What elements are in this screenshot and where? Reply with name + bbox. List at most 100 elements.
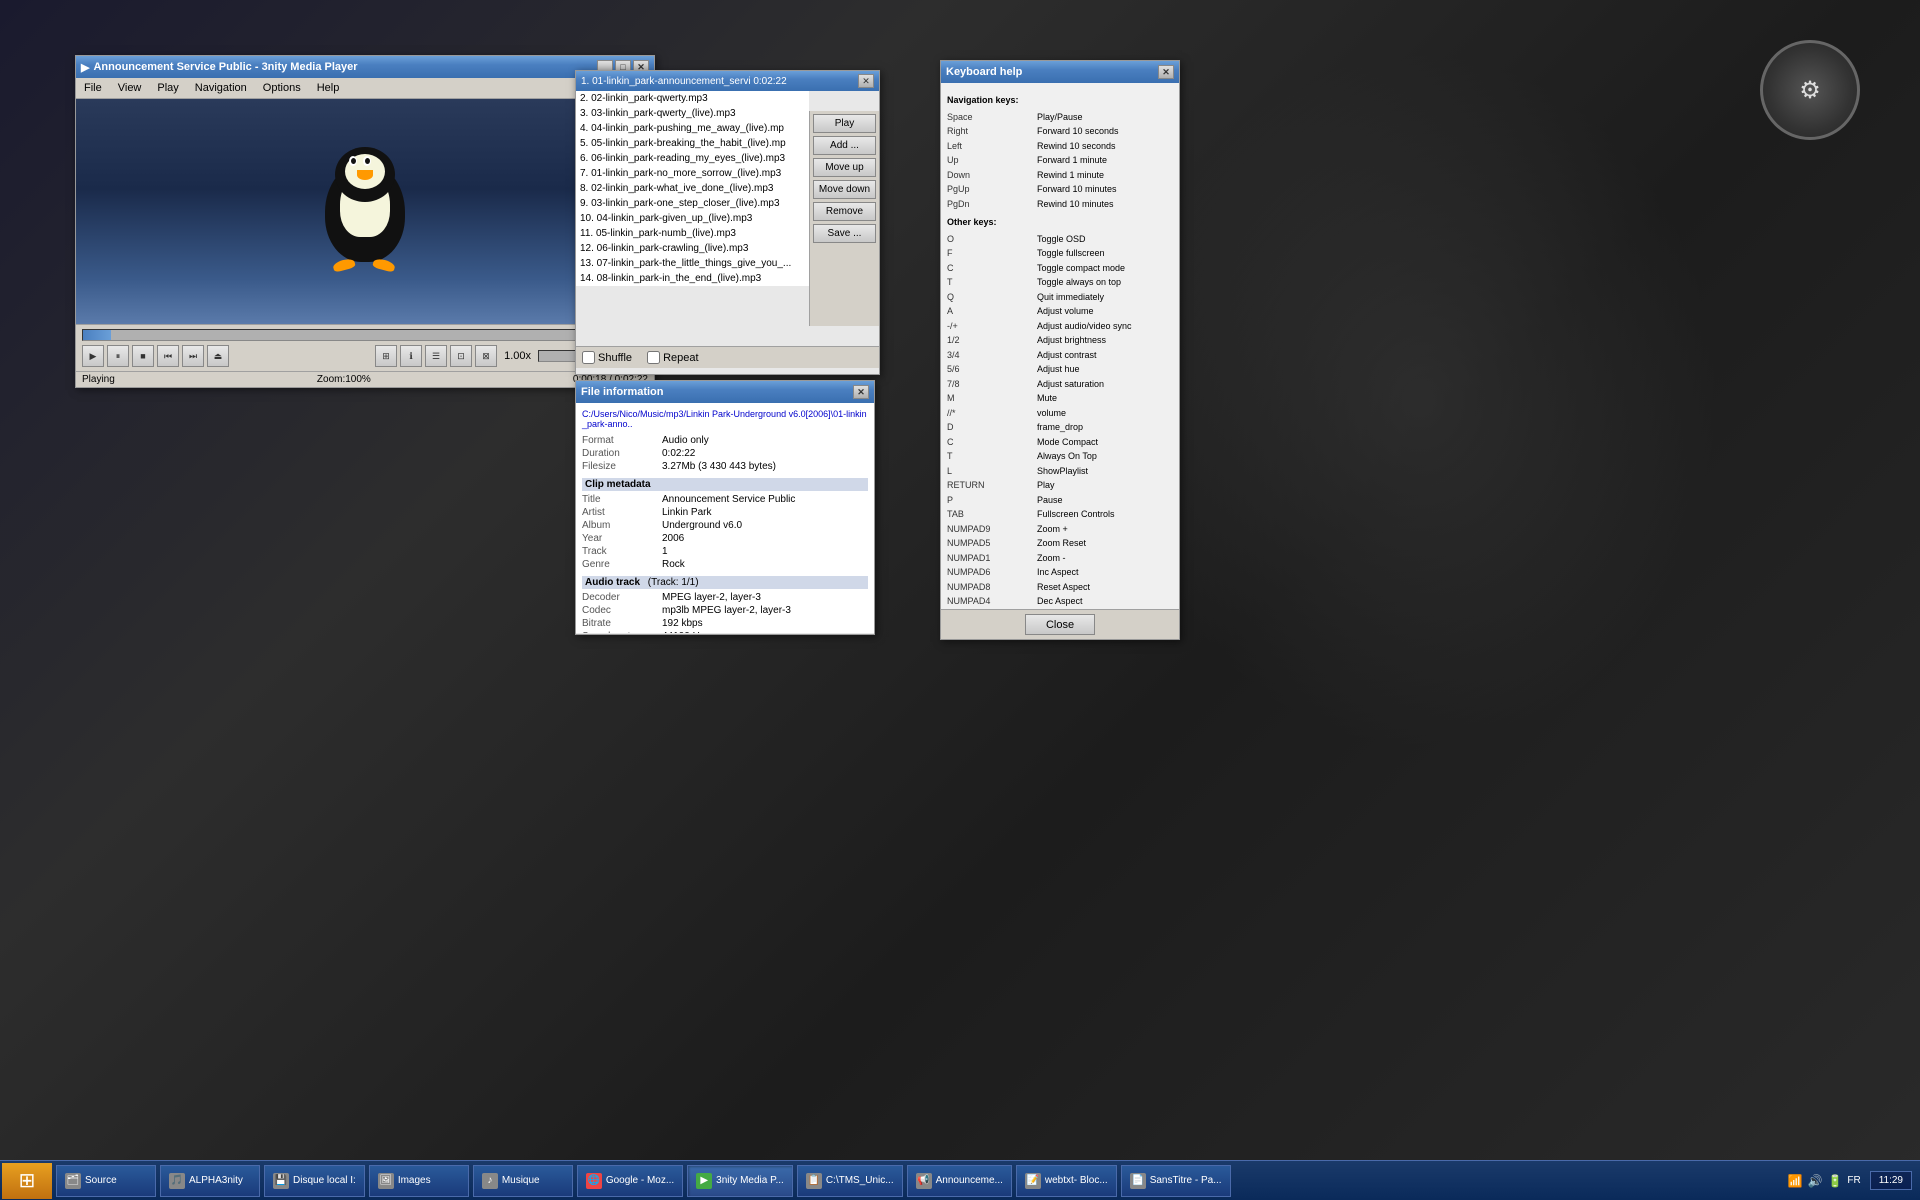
view-btn-4[interactable]: ⊡	[450, 345, 472, 367]
taskbar-source[interactable]: 🗂 Source	[56, 1165, 156, 1197]
google-icon: 🌐	[586, 1173, 602, 1189]
tray-volume[interactable]: 🔊	[1807, 1173, 1823, 1189]
list-item[interactable]: 14. 08-linkin_park-in_the_end_(live).mp3	[576, 271, 809, 286]
view-btn-3[interactable]: ☰	[425, 345, 447, 367]
album-label: Album	[582, 520, 662, 531]
media-player-icon: ▶	[81, 61, 89, 74]
eject-button[interactable]: ⏏	[207, 345, 229, 367]
pl-save-btn[interactable]: Save ...	[813, 224, 876, 243]
kh-left-key: Left	[947, 140, 1037, 154]
playback-controls: ▶ ⏸ ■ ⏮ ⏭ ⏏ ⊞ ℹ ☰ ⊡ ⊠ 1.00x 🔊 📋	[82, 345, 648, 367]
pause-button[interactable]: ⏸	[107, 345, 129, 367]
tux-mascot	[305, 142, 425, 282]
kh-pgup-key: PgUp	[947, 183, 1037, 197]
taskbar-google[interactable]: 🌐 Google - Moz...	[577, 1165, 683, 1197]
list-item[interactable]: 6. 06-linkin_park-reading_my_eyes_(live)…	[576, 151, 809, 166]
codec-value: mp3lb MPEG layer-2, layer-3	[662, 605, 791, 616]
volume-label: 1.00x	[500, 350, 535, 362]
start-button[interactable]: ⊞	[2, 1163, 52, 1199]
controls-area: ▶ ⏸ ■ ⏮ ⏭ ⏏ ⊞ ℹ ☰ ⊡ ⊠ 1.00x 🔊 📋	[76, 324, 654, 371]
file-info-close-btn[interactable]: ✕	[853, 385, 869, 399]
list-item[interactable]: 3. 03-linkin_park-qwerty_(live).mp3	[576, 106, 809, 121]
track-value: 1	[662, 546, 668, 557]
pl-remove-btn[interactable]: Remove	[813, 202, 876, 221]
stop-button[interactable]: ■	[132, 345, 154, 367]
menu-help[interactable]: Help	[309, 80, 348, 96]
keyboard-help-close-btn[interactable]: ✕	[1158, 65, 1174, 79]
samplerate-value: 44100 Hz	[662, 631, 705, 633]
view-btn-5[interactable]: ⊠	[475, 345, 497, 367]
list-item[interactable]: 7. 01-linkin_park-no_more_sorrow_(live).…	[576, 166, 809, 181]
view-btn-2[interactable]: ℹ	[400, 345, 422, 367]
shuffle-checkbox[interactable]	[582, 351, 595, 364]
taskbar-disque[interactable]: 💾 Disque local I:	[264, 1165, 365, 1197]
media-player-icon: ▶	[696, 1173, 712, 1189]
menu-options[interactable]: Options	[255, 80, 309, 96]
kh-down-key: Down	[947, 169, 1037, 183]
taskbar-images[interactable]: 🖼 Images	[369, 1165, 469, 1197]
keyboard-help-titlebar: Keyboard help ✕	[941, 61, 1179, 83]
playlist-close-button[interactable]: ✕	[858, 74, 874, 88]
source-icon: 🗂	[65, 1173, 81, 1189]
kh-pgdn-key: PgDn	[947, 198, 1037, 212]
keyboard-help-title: Keyboard help	[946, 66, 1022, 78]
media-player-titlebar: ▶ Announcement Service Public - 3nity Me…	[76, 56, 654, 78]
next-button[interactable]: ⏭	[182, 345, 204, 367]
alpha3nity-icon: 🎵	[169, 1173, 185, 1189]
taskbar-ctms[interactable]: 📋 C:\TMS_Unic...	[797, 1165, 903, 1197]
menu-play[interactable]: Play	[149, 80, 186, 96]
list-item[interactable]: 13. 07-linkin_park-the_little_things_giv…	[576, 256, 809, 271]
taskbar-webtxt[interactable]: 📝 webtxt- Bloc...	[1016, 1165, 1117, 1197]
list-item[interactable]: 5. 05-linkin_park-breaking_the_habit_(li…	[576, 136, 809, 151]
playlist-list[interactable]: 2. 02-linkin_park-qwerty.mp33. 03-linkin…	[576, 91, 809, 286]
playlist-checkboxes: Shuffle Repeat	[576, 346, 879, 368]
view-btn-1[interactable]: ⊞	[375, 345, 397, 367]
keyboard-help-close-button[interactable]: Close	[1025, 614, 1095, 635]
kh-down-desc: Rewind 1 minute	[1037, 169, 1104, 183]
status-bar: Playing Zoom:100% 0:00:18 / 0:02:22	[76, 371, 654, 387]
keyboard-help-window: Keyboard help ✕ Navigation keys: Space P…	[940, 60, 1180, 640]
taskbar-alpha3nity[interactable]: 🎵 ALPHA3nity	[160, 1165, 260, 1197]
menu-file[interactable]: File	[76, 80, 110, 96]
taskbar-announcement[interactable]: 📢 Announceme...	[907, 1165, 1012, 1197]
webtxt-icon: 📝	[1025, 1173, 1041, 1189]
list-item[interactable]: 8. 02-linkin_park-what_ive_done_(live).m…	[576, 181, 809, 196]
taskbar-sanstitre[interactable]: 📄 SansTitre - Pa...	[1121, 1165, 1231, 1197]
pl-move-down-btn[interactable]: Move down	[813, 180, 876, 199]
prev-button[interactable]: ⏮	[157, 345, 179, 367]
tray-battery[interactable]: 🔋	[1827, 1173, 1843, 1189]
repeat-checkbox[interactable]	[647, 351, 660, 364]
genre-value: Rock	[662, 559, 685, 570]
sanstitre-icon: 📄	[1130, 1173, 1146, 1189]
play-button[interactable]: ▶	[82, 345, 104, 367]
menu-view[interactable]: View	[110, 80, 150, 96]
playlist-window: 1. 01-linkin_park-announcement_servi 0:0…	[575, 70, 880, 375]
format-value: Audio only	[662, 435, 709, 446]
kh-left-desc: Rewind 10 seconds	[1037, 140, 1116, 154]
pl-add-btn[interactable]: Add ...	[813, 136, 876, 155]
list-item[interactable]: 9. 03-linkin_park-one_step_closer_(live)…	[576, 196, 809, 211]
clip-metadata-section: Clip metadata	[582, 478, 868, 491]
keyboard-help-content: Navigation keys: Space Play/Pause Right …	[941, 83, 1179, 609]
repeat-checkbox-label[interactable]: Repeat	[647, 351, 698, 364]
menu-navigation[interactable]: Navigation	[187, 80, 255, 96]
list-item[interactable]: 10. 04-linkin_park-given_up_(live).mp3	[576, 211, 809, 226]
tray-network[interactable]: 📶	[1787, 1173, 1803, 1189]
pl-move-up-btn[interactable]: Move up	[813, 158, 876, 177]
list-item[interactable]: 11. 05-linkin_park-numb_(live).mp3	[576, 226, 809, 241]
progress-bar[interactable]	[82, 329, 648, 341]
list-item[interactable]: 2. 02-linkin_park-qwerty.mp3	[576, 91, 809, 106]
playlist-titlebar: 1. 01-linkin_park-announcement_servi 0:0…	[576, 71, 879, 91]
list-item[interactable]: 4. 04-linkin_park-pushing_me_away_(live)…	[576, 121, 809, 136]
year-label: Year	[582, 533, 662, 544]
images-icon: 🖼	[378, 1173, 394, 1189]
shuffle-checkbox-label[interactable]: Shuffle	[582, 351, 632, 364]
taskbar-musique[interactable]: ♪ Musique	[473, 1165, 573, 1197]
pl-play-btn[interactable]: Play	[813, 114, 876, 133]
bitrate-value: 192 kbps	[662, 618, 703, 629]
list-item[interactable]: 12. 06-linkin_park-crawling_(live).mp3	[576, 241, 809, 256]
artist-label: Artist	[582, 507, 662, 518]
taskbar-clock: 11:29	[1870, 1171, 1912, 1190]
album-value: Underground v6.0	[662, 520, 742, 531]
taskbar-media-player[interactable]: ▶ 3nity Media P...	[687, 1165, 793, 1197]
